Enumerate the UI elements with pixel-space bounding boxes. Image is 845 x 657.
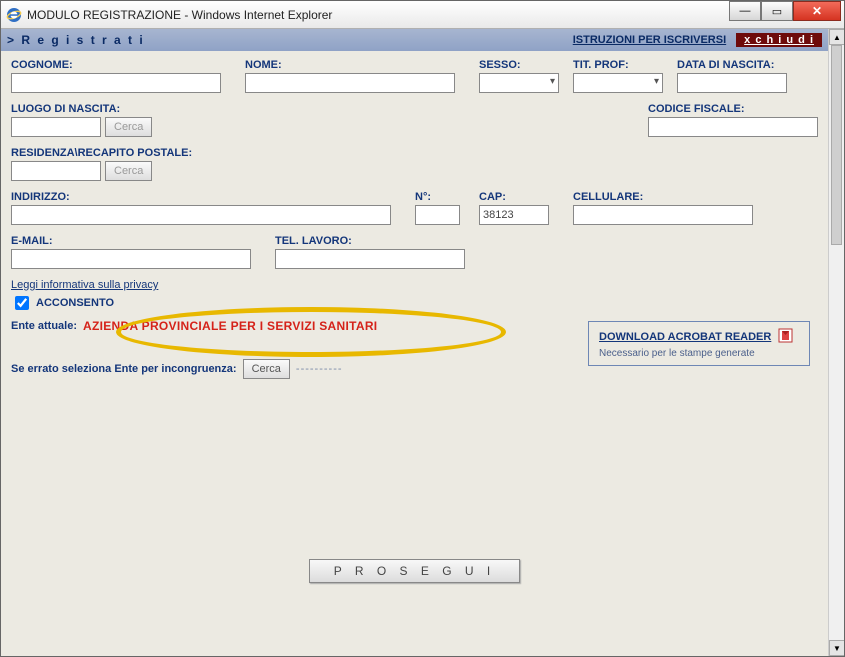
label-email: E-MAIL: xyxy=(11,235,261,247)
label-tellavoro: TEL. LAVORO: xyxy=(275,235,475,247)
cerca-residenza-button[interactable]: Cerca xyxy=(105,161,152,181)
page-header: > R e g i s t r a t i ISTRUZIONI PER ISC… xyxy=(1,29,828,51)
page-close-button[interactable]: x c h i u d i xyxy=(736,33,822,47)
pdf-icon xyxy=(778,328,793,346)
cf-input[interactable] xyxy=(648,117,818,137)
email-input[interactable] xyxy=(11,249,251,269)
label-datanascita: DATA DI NASCITA: xyxy=(677,59,787,71)
label-ente: Ente attuale: xyxy=(11,320,77,332)
label-numero: N°: xyxy=(415,191,465,203)
scrollbar[interactable]: ▲ ▼ xyxy=(828,29,844,656)
label-errato: Se errato seleziona Ente per incongruenz… xyxy=(11,363,237,375)
label-residenza: RESIDENZA\RECAPITO POSTALE: xyxy=(11,147,192,159)
scroll-down-icon[interactable]: ▼ xyxy=(829,640,845,656)
datanascita-input[interactable] xyxy=(677,73,787,93)
titprof-select[interactable] xyxy=(573,73,663,93)
numero-input[interactable] xyxy=(415,205,460,225)
tellavoro-input[interactable] xyxy=(275,249,465,269)
download-acrobat-link[interactable]: DOWNLOAD ACROBAT READER xyxy=(599,331,771,343)
ente-incongruenza-value: ---------- xyxy=(296,363,343,375)
label-cellulare: CELLULARE: xyxy=(573,191,753,203)
label-cap: CAP: xyxy=(479,191,559,203)
cap-input[interactable] xyxy=(479,205,549,225)
ie-icon xyxy=(5,6,23,24)
download-acrobat-box: DOWNLOAD ACROBAT READER Necessario per l… xyxy=(588,321,810,366)
label-cognome: COGNOME: xyxy=(11,59,231,71)
cellulare-input[interactable] xyxy=(573,205,753,225)
window-buttons xyxy=(729,1,841,21)
window-close-button[interactable] xyxy=(793,1,841,21)
consent-label: ACCONSENTO xyxy=(36,297,114,309)
download-acrobat-sub: Necessario per le stampe generate xyxy=(599,348,799,359)
registration-form: COGNOME: NOME: SESSO: TIT. PROF: DATA DI… xyxy=(1,51,828,591)
page-title: > R e g i s t r a t i xyxy=(7,33,145,47)
minimize-button[interactable] xyxy=(729,1,761,21)
prosegui-button[interactable]: P R O S E G U I xyxy=(309,559,520,583)
cerca-luogo-button[interactable]: Cerca xyxy=(105,117,152,137)
titlebar: MODULO REGISTRAZIONE - Windows Internet … xyxy=(1,1,844,29)
label-indirizzo: INDIRIZZO: xyxy=(11,191,401,203)
scroll-up-icon[interactable]: ▲ xyxy=(829,29,845,45)
maximize-button[interactable] xyxy=(761,1,793,21)
luogonascita-input[interactable] xyxy=(11,117,101,137)
ie-window: MODULO REGISTRAZIONE - Windows Internet … xyxy=(0,0,845,657)
nome-input[interactable] xyxy=(245,73,455,93)
label-luogonascita: LUOGO DI NASCITA: xyxy=(11,103,156,115)
label-cf: CODICE FISCALE: xyxy=(648,103,818,115)
indirizzo-input[interactable] xyxy=(11,205,391,225)
label-titprof: TIT. PROF: xyxy=(573,59,663,71)
content-area: > R e g i s t r a t i ISTRUZIONI PER ISC… xyxy=(1,29,828,656)
consent-checkbox[interactable] xyxy=(15,296,29,310)
cognome-input[interactable] xyxy=(11,73,221,93)
privacy-link[interactable]: Leggi informativa sulla privacy xyxy=(11,279,158,291)
window-title: MODULO REGISTRAZIONE - Windows Internet … xyxy=(27,8,332,22)
residenza-input[interactable] xyxy=(11,161,101,181)
scroll-thumb[interactable] xyxy=(831,45,842,245)
cerca-ente-button[interactable]: Cerca xyxy=(243,359,290,379)
sesso-select[interactable] xyxy=(479,73,559,93)
label-nome: NOME: xyxy=(245,59,465,71)
instructions-link[interactable]: ISTRUZIONI PER ISCRIVERSI xyxy=(573,34,726,46)
label-sesso: SESSO: xyxy=(479,59,559,71)
ente-value: AZIENDA PROVINCIALE PER I SERVIZI SANITA… xyxy=(83,319,377,333)
